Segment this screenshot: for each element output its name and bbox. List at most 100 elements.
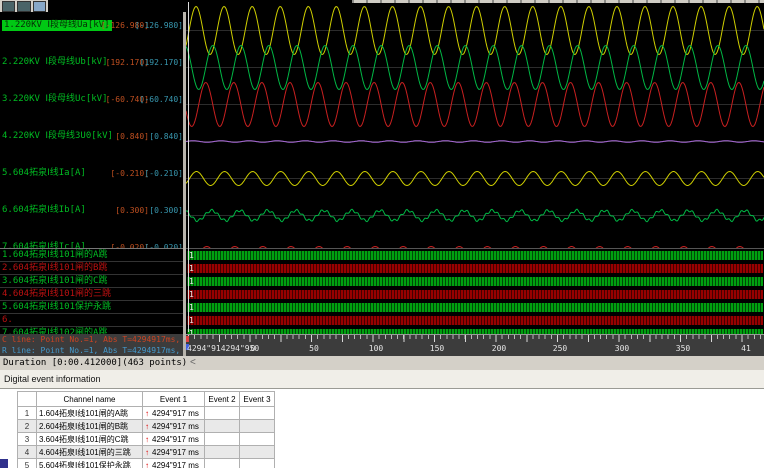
digital-trace: 1 <box>187 290 763 299</box>
analog-channel-row[interactable]: 4.220KV Ⅰ段母线3U0[kV] [0.840] [0.840] <box>0 123 183 160</box>
digital-trace: 1 <box>187 277 763 286</box>
digital-state-value: 1 <box>189 251 194 260</box>
event-3-cell <box>239 406 275 420</box>
toolbar-button-3[interactable] <box>32 1 46 12</box>
digital-channel-label[interactable]: 1.604拓泉Ⅰ线101闸的A跳 <box>0 249 183 262</box>
horizontal-scrollbar[interactable]: Duration [0:00.412000](463 points) < <box>0 356 764 370</box>
ruler-ticks <box>188 335 764 343</box>
digital-state-value: 1 <box>189 290 194 299</box>
digital-channel-label[interactable]: 3.604拓泉Ⅰ线101闸的C跳 <box>0 275 183 288</box>
event-row-number: 4 <box>17 445 37 459</box>
analog-channel-row[interactable]: 6.604拓泉Ⅰ线Ib[A] [0.300] [0.300] <box>0 197 183 234</box>
event-3-cell <box>239 419 275 433</box>
ruler-time-label: 200 <box>491 344 507 353</box>
ruler-time-label: 50 <box>309 344 319 353</box>
toolbar-button-1[interactable] <box>2 1 16 12</box>
event-table-row[interactable]: 1 1.604拓泉Ⅰ线101闸的A跳 ↑ 4294"917 ms <box>17 406 275 420</box>
ruler-time-label: 150 <box>429 344 445 353</box>
event-table-header-row: Channel name Event 1 Event 2 Event 3 <box>17 391 275 407</box>
r-cursor-value: [-60.740] <box>139 95 183 104</box>
r-cursor-value: [-126.980] <box>134 21 183 30</box>
c-cursor-status: C line: Point No.=1, Abs T=4294917ms, Re… <box>2 335 183 344</box>
header-row-number <box>17 391 37 407</box>
toolbar-button-2[interactable] <box>17 1 31 12</box>
rising-edge-arrow-icon: ↑ <box>145 460 149 468</box>
cursor-line[interactable] <box>188 2 189 332</box>
panel-splitter[interactable] <box>183 12 186 356</box>
waveform-plot-area[interactable]: 1111111 <box>186 0 764 334</box>
event-channel-name: 2.604拓泉Ⅰ线101闸的B跳 <box>36 419 143 433</box>
event-channel-name: 1.604拓泉Ⅰ线101闸的A跳 <box>36 406 143 420</box>
c-cursor-value: [0.300] <box>115 206 149 215</box>
analog-channel-label[interactable]: 2.220KV Ⅰ段母线Ub[kV] <box>2 57 108 68</box>
header-channel-name: Channel name <box>36 391 143 407</box>
c-cursor-value: [0.840] <box>115 132 149 141</box>
digital-trace: 1 <box>187 316 763 325</box>
analog-waveform-canvas <box>186 5 764 248</box>
r-cursor-value: [192.170] <box>139 58 183 67</box>
digital-trace-area: 1111111 <box>186 248 764 334</box>
scroll-left-arrow-icon[interactable]: < <box>190 357 196 368</box>
event-channel-name: 5.604拓泉Ⅰ线101保护永跳 <box>36 458 143 468</box>
ruler-time-label: 350 <box>675 344 691 353</box>
header-event-2: Event 2 <box>204 391 240 407</box>
analog-channel-list: 1.220KV Ⅰ段母线Ua[kV] [-126.980] [-126.980] 2.… <box>0 12 183 248</box>
analog-channel-row[interactable]: 5.604拓泉Ⅰ线Ia[A] [-0.210] [-0.210] <box>0 160 183 197</box>
ruler-time-label: 41 <box>741 344 751 353</box>
event-table-row[interactable]: 5 5.604拓泉Ⅰ线101保护永跳 ↑ 4294"917 ms <box>17 458 275 468</box>
event-2-cell <box>204 458 240 468</box>
ruler-time-label: 100 <box>368 344 384 353</box>
event-3-cell <box>239 432 275 446</box>
event-1-cell: ↑ 4294"917 ms <box>142 458 205 468</box>
event-table-row[interactable]: 3 3.604拓泉Ⅰ线101闸的C跳 ↑ 4294"917 ms <box>17 432 275 446</box>
ruler-time-label: 250 <box>552 344 568 353</box>
event-1-cell: ↑ 4294"917 ms <box>142 406 205 420</box>
event-3-cell <box>239 458 275 468</box>
digital-channel-label[interactable]: 6. <box>0 314 183 327</box>
r-cursor-value: [0.840] <box>149 132 183 141</box>
digital-event-title: Digital event information <box>4 374 101 384</box>
digital-state-value: 1 <box>189 264 194 273</box>
cursor-status-panel: C line: Point No.=1, Abs T=4294917ms, Re… <box>0 334 183 356</box>
event-row-number: 5 <box>17 458 37 468</box>
rising-edge-arrow-icon: ↑ <box>145 421 149 431</box>
top-edge-strip <box>352 0 764 3</box>
event-table-row[interactable]: 2 2.604拓泉Ⅰ线101闸的B跳 ↑ 4294"917 ms <box>17 419 275 433</box>
channel-list-panel: 1.220KV Ⅰ段母线Ua[kV] [-126.980] [-126.980] 2.… <box>0 12 183 334</box>
duration-label: Duration [0:00.412000](463 points) <box>3 358 188 368</box>
analog-channel-label[interactable]: 3.220KV Ⅰ段母线Uc[kV] <box>2 94 108 105</box>
ruler-cursor-times: 4294"914294"950 <box>187 344 260 353</box>
digital-channel-label[interactable]: 4.604拓泉Ⅰ线101闸的三跳 <box>0 288 183 301</box>
c-cursor-flag[interactable] <box>186 336 189 342</box>
digital-channel-list: 1.604拓泉Ⅰ线101闸的A跳 2.604拓泉Ⅰ线101闸的B跳 3.604拓泉Ⅰ… <box>0 248 183 334</box>
digital-state-value: 1 <box>189 277 194 286</box>
analog-channel-label[interactable]: 1.220KV Ⅰ段母线Ua[kV] <box>2 20 112 31</box>
event-channel-name: 4.604拓泉Ⅰ线101闸的三跳 <box>36 445 143 459</box>
analog-channel-label[interactable]: 6.604拓泉Ⅰ线Ib[A] <box>2 205 86 216</box>
event-3-cell <box>239 445 275 459</box>
event-row-number: 1 <box>17 406 37 420</box>
analog-channel-row[interactable]: 7.604拓泉Ⅰ线Ic[A] [-0.020] [-0.020] <box>0 234 183 248</box>
digital-state-value: 1 <box>189 303 194 312</box>
event-1-cell: ↑ 4294"917 ms <box>142 445 205 459</box>
event-channel-name: 3.604拓泉Ⅰ线101闸的C跳 <box>36 432 143 446</box>
analog-channel-row[interactable]: 2.220KV Ⅰ段母线Ub[kV] [192.170] [192.170] <box>0 49 183 86</box>
time-ruler[interactable]: 4294"914294"950 0 50 100 150 200 250 300 350 41 <box>186 334 764 356</box>
event-2-cell <box>204 419 240 433</box>
event-table-row[interactable]: 4 4.604拓泉Ⅰ线101闸的三跳 ↑ 4294"917 ms <box>17 445 275 459</box>
analog-channel-row[interactable]: 1.220KV Ⅰ段母线Ua[kV] [-126.980] [-126.980] <box>0 12 183 49</box>
analog-channel-label[interactable]: 5.604拓泉Ⅰ线Ia[A] <box>2 168 86 179</box>
header-event-1: Event 1 <box>142 391 205 407</box>
window-corner-artifact <box>0 459 8 468</box>
analog-channel-label[interactable]: 4.220KV Ⅰ段母线3U0[kV] <box>2 131 113 142</box>
waveform-analyzer-window: 1111111 1.220KV Ⅰ段母线Ua[kV] [-126.980] [-12… <box>0 0 764 468</box>
event-row-number: 2 <box>17 419 37 433</box>
event-2-cell <box>204 432 240 446</box>
digital-channel-label[interactable]: 5.604拓泉Ⅰ线101保护永跳 <box>0 301 183 314</box>
toolbar-remnant <box>0 0 48 12</box>
digital-channel-label[interactable]: 2.604拓泉Ⅰ线101闸的B跳 <box>0 262 183 275</box>
digital-trace: 1 <box>187 264 763 273</box>
digital-channel-label[interactable]: 7.604拓泉Ⅰ线102闸的A跳 <box>0 327 183 334</box>
rising-edge-arrow-icon: ↑ <box>145 434 149 444</box>
analog-channel-row[interactable]: 3.220KV Ⅰ段母线Uc[kV] [-60.740] [-60.740] <box>0 86 183 123</box>
